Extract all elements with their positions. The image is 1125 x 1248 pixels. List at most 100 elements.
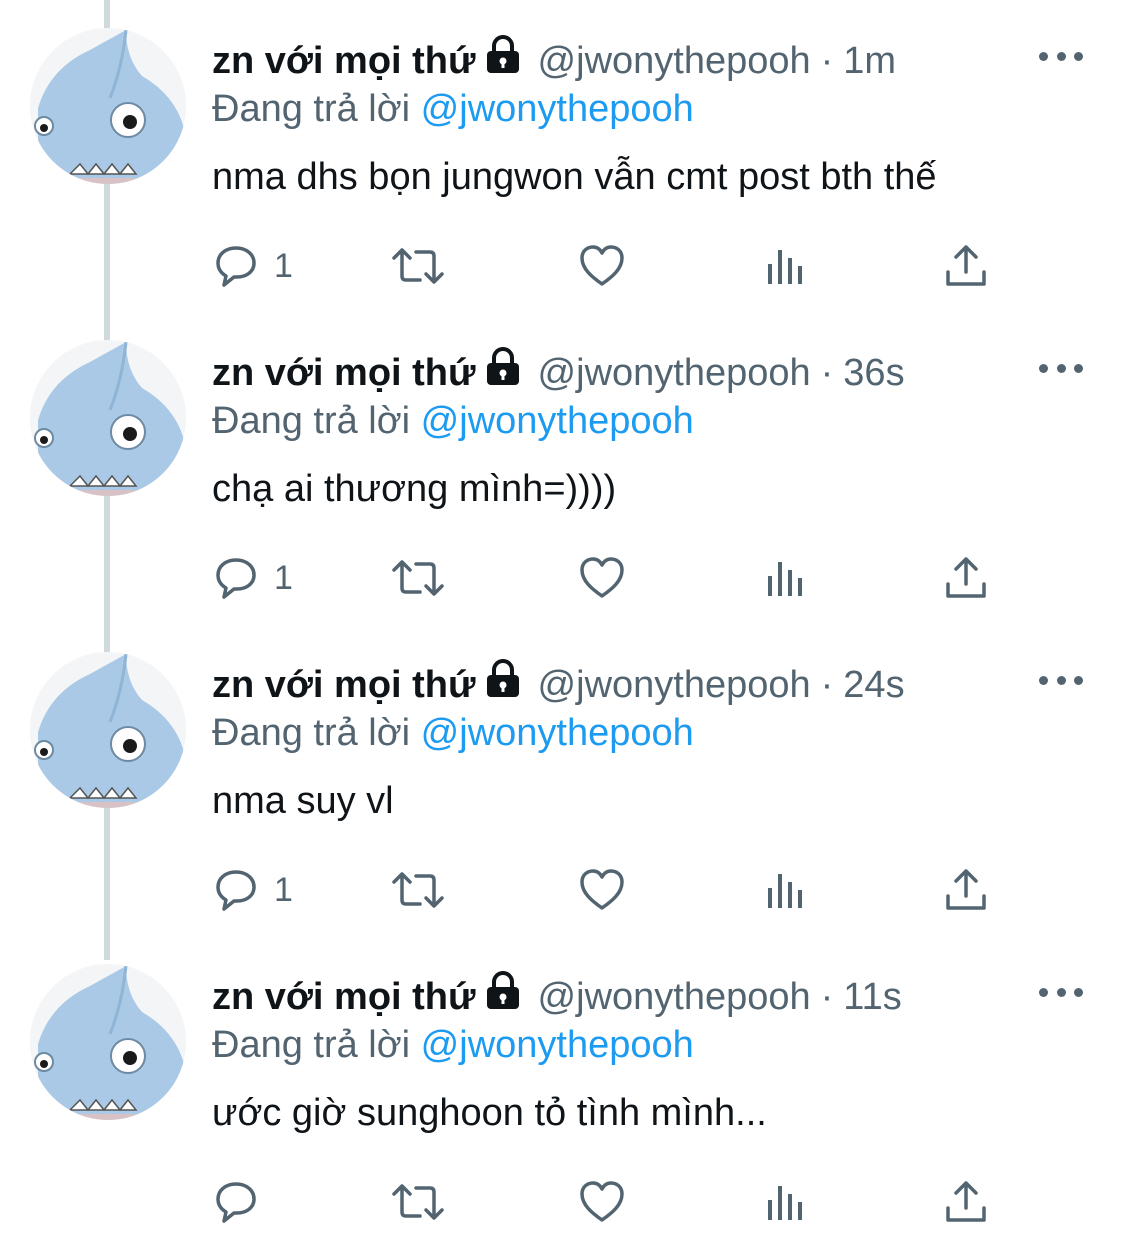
user-handle[interactable]: @jwonythepooh [538,348,811,398]
display-name[interactable]: zn với mọi thứ [212,348,476,398]
replying-to: Đang trả lời @jwonythepooh [212,708,694,758]
shark-avatar-image [30,28,186,184]
more-icon[interactable] [1039,670,1083,690]
tweet-header: zn với mọi thứ @jwonythepooh · 24s [212,658,905,712]
tweet[interactable]: zn với mọi thứ @jwonythepooh · 24s Đang … [0,624,1125,936]
reply-icon [216,870,256,911]
avatar[interactable] [30,964,186,1120]
views-icon [768,1186,802,1220]
tweet-header: zn với mọi thứ @jwonythepooh · 36s [212,346,905,400]
tweet-text: nma suy vl [212,780,394,822]
separator-dot: · [820,352,834,394]
retweet-icon [392,248,444,284]
replying-to: Đang trả lời @jwonythepooh [212,396,694,446]
user-handle[interactable]: @jwonythepooh [538,36,811,86]
replying-to-label: Đang trả lời [212,400,411,442]
action-bar: 1 [212,238,1012,294]
replying-to-mention[interactable]: @jwonythepooh [421,712,694,754]
retweet-button[interactable] [390,1174,446,1230]
timestamp[interactable]: 11s [843,972,901,1022]
reply-button[interactable] [212,1174,274,1230]
share-button[interactable] [942,238,990,294]
separator-dot: · [820,976,834,1018]
avatar[interactable] [30,340,186,496]
lock-icon [484,346,522,400]
like-button[interactable] [578,238,626,294]
reply-count: 1 [274,246,293,285]
like-button[interactable] [578,550,626,606]
display-name[interactable]: zn với mọi thứ [212,36,476,86]
views-button[interactable] [762,862,810,918]
tweet[interactable]: zn với mọi thứ @jwonythepooh · 1m Đang t… [0,0,1125,312]
share-button[interactable] [942,550,990,606]
reply-count: 1 [274,870,293,909]
display-name[interactable]: zn với mọi thứ [212,660,476,710]
retweet-button[interactable] [390,862,446,918]
share-icon [946,869,986,910]
tweet-text: nma dhs bọn jungwon vẫn cmt post bth thế [212,156,937,198]
share-button[interactable] [942,1174,990,1230]
views-icon [768,562,802,596]
avatar[interactable] [30,28,186,184]
lock-icon [484,970,522,1024]
reply-icon [216,558,256,599]
replying-to-label: Đang trả lời [212,1024,411,1066]
reply-icon [216,246,256,287]
retweet-icon [392,1184,444,1220]
replying-to-label: Đang trả lời [212,88,411,130]
lock-icon [484,34,522,88]
views-button[interactable] [762,550,810,606]
separator-dot: · [820,664,834,706]
tweet-header: zn với mọi thứ @jwonythepooh · 11s [212,970,902,1024]
retweet-icon [392,872,444,908]
heart-icon [580,557,624,598]
lock-icon [484,658,522,712]
tweet-text: ước giờ sunghoon tỏ tình mình... [212,1092,767,1134]
timestamp[interactable]: 24s [843,660,904,710]
reply-button[interactable]: 1 [212,238,293,294]
action-bar: 1 [212,550,1012,606]
tweet[interactable]: zn với mọi thứ @jwonythepooh · 36s Đang … [0,312,1125,624]
replying-to-mention[interactable]: @jwonythepooh [421,400,694,442]
retweet-button[interactable] [390,238,446,294]
replying-to-mention[interactable]: @jwonythepooh [421,1024,694,1066]
tweet[interactable]: zn với mọi thứ @jwonythepooh · 11s Đang … [0,936,1125,1248]
action-bar: 1 [212,862,1012,918]
heart-icon [580,1181,624,1222]
retweet-button[interactable] [390,550,446,606]
replying-to: Đang trả lời @jwonythepooh [212,84,694,134]
reply-button[interactable]: 1 [212,550,293,606]
timestamp[interactable]: 1m [843,36,896,86]
replying-to-mention[interactable]: @jwonythepooh [421,88,694,130]
user-handle[interactable]: @jwonythepooh [538,660,811,710]
share-icon [946,557,986,598]
more-icon[interactable] [1039,358,1083,378]
heart-icon [580,245,624,286]
views-button[interactable] [762,1174,810,1230]
views-icon [768,250,802,284]
more-icon[interactable] [1039,982,1083,1002]
more-icon[interactable] [1039,46,1083,66]
reply-button[interactable]: 1 [212,862,293,918]
display-name[interactable]: zn với mọi thứ [212,972,476,1022]
like-button[interactable] [578,862,626,918]
share-icon [946,1181,986,1222]
share-button[interactable] [942,862,990,918]
timestamp[interactable]: 36s [843,348,904,398]
replying-to: Đang trả lời @jwonythepooh [212,1020,694,1070]
views-icon [768,874,802,908]
views-button[interactable] [762,238,810,294]
shark-avatar-image [30,652,186,808]
tweet-text: chạ ai thương mình=)))) [212,468,617,510]
separator-dot: · [820,40,834,82]
share-icon [946,245,986,286]
replying-to-label: Đang trả lời [212,712,411,754]
avatar[interactable] [30,652,186,808]
tweet-header: zn với mọi thứ @jwonythepooh · 1m [212,34,896,88]
retweet-icon [392,560,444,596]
user-handle[interactable]: @jwonythepooh [538,972,811,1022]
heart-icon [580,869,624,910]
shark-avatar-image [30,964,186,1120]
like-button[interactable] [578,1174,626,1230]
action-bar [212,1174,1012,1230]
